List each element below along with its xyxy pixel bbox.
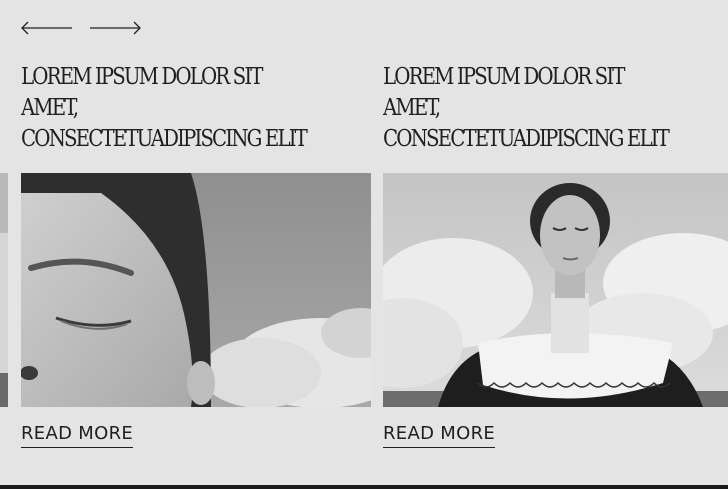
prev-button[interactable] <box>20 18 72 38</box>
arrow-right-icon <box>90 21 141 35</box>
bottom-divider <box>0 485 728 489</box>
arrow-left-icon <box>21 21 72 35</box>
next-button[interactable] <box>90 18 142 38</box>
card-title: LOREM IPSUM DOLOR SIT AMET, CONSECTETUAD… <box>383 64 670 152</box>
carousel-nav <box>20 18 142 38</box>
read-more-link[interactable]: READ MORE <box>383 423 496 448</box>
card-photo[interactable] <box>383 173 728 407</box>
card-photo[interactable] <box>21 173 371 407</box>
previous-slide-photo <box>0 173 8 407</box>
read-more-link[interactable]: READ MORE <box>21 423 134 448</box>
card-title: LOREM IPSUM DOLOR SIT AMET, CONSECTETUAD… <box>21 64 308 152</box>
